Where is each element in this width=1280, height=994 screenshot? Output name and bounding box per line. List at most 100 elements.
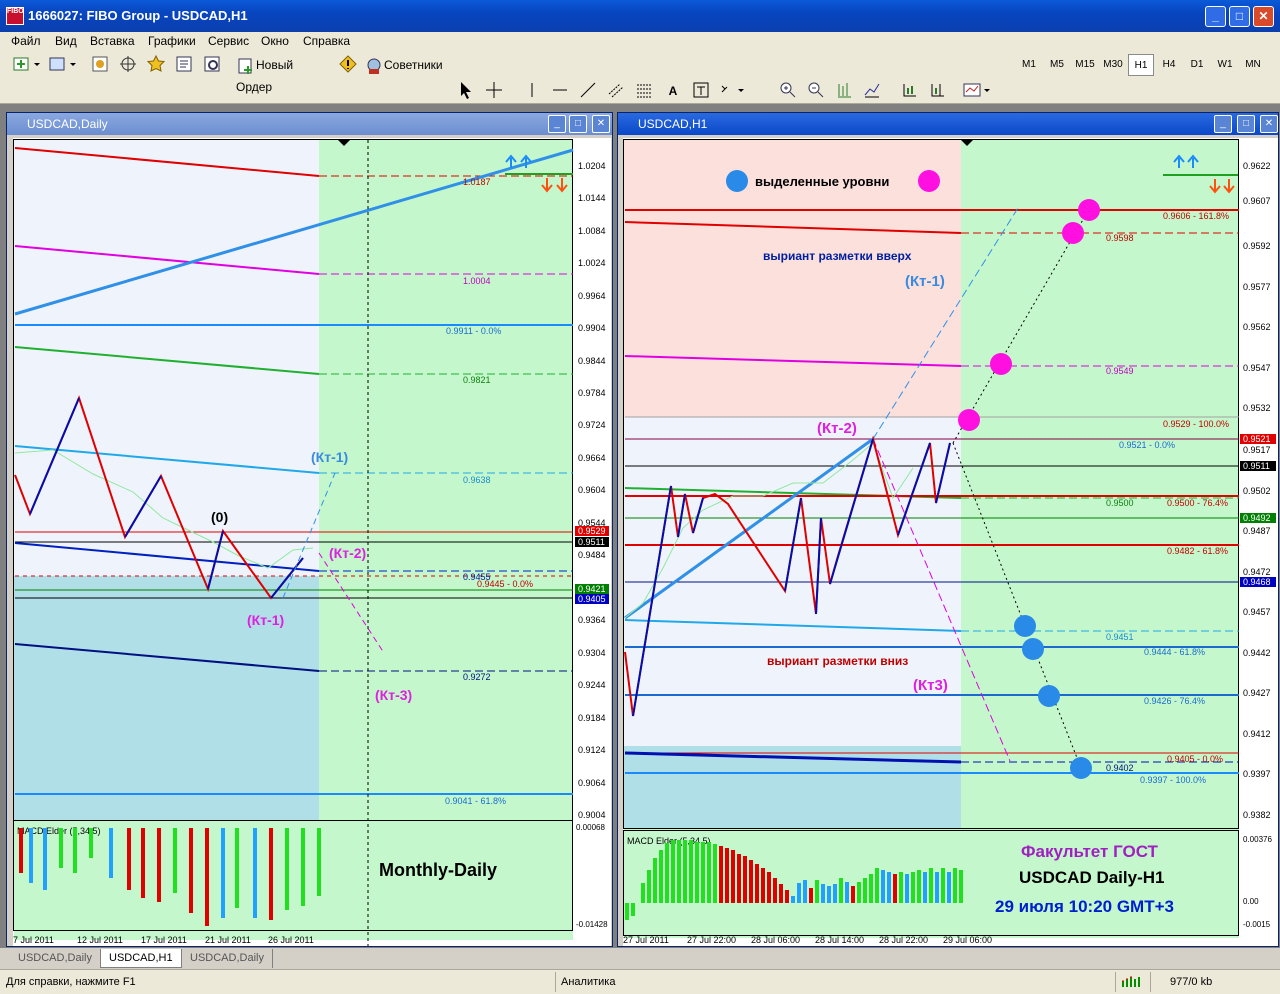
line-chart-icon[interactable] bbox=[862, 80, 884, 102]
alert-icon[interactable] bbox=[338, 54, 360, 76]
new-order-button[interactable]: Новый Ордер bbox=[236, 54, 332, 94]
favorites-star-icon[interactable] bbox=[146, 54, 168, 76]
price-tick: 0.9304 bbox=[578, 648, 606, 658]
tab-usdcad-h1[interactable]: USDCAD,H1 bbox=[100, 949, 182, 968]
level-label: 1.0187 bbox=[463, 177, 491, 187]
menu-file[interactable]: Файл bbox=[11, 34, 41, 48]
chart-close-button[interactable]: ✕ bbox=[1260, 115, 1278, 133]
tf-h4[interactable]: H4 bbox=[1156, 54, 1182, 76]
level-label: 0.9405 - 0.0% bbox=[1167, 754, 1223, 764]
level-label: 0.9397 - 100.0% bbox=[1140, 775, 1206, 785]
chart-maximize-button[interactable]: □ bbox=[569, 115, 587, 133]
menu-view[interactable]: Вид bbox=[55, 34, 77, 48]
menu-tools[interactable]: Сервис bbox=[208, 34, 249, 48]
menu-help[interactable]: Справка bbox=[303, 34, 350, 48]
price-tick: 0.9124 bbox=[578, 745, 606, 755]
profiles-button[interactable] bbox=[48, 54, 78, 76]
menu-window[interactable]: Окно bbox=[261, 34, 289, 48]
crosshair-icon[interactable] bbox=[484, 80, 506, 102]
tab-usdcad-daily-2[interactable]: USDCAD,Daily bbox=[182, 949, 273, 968]
cursor-icon[interactable] bbox=[456, 80, 478, 102]
channel-icon[interactable] bbox=[606, 80, 628, 102]
autoscroll-icon[interactable] bbox=[900, 80, 922, 102]
bar-chart-icon[interactable] bbox=[834, 80, 856, 102]
chart-close-button[interactable]: ✕ bbox=[592, 115, 610, 133]
status-profile: Аналитика bbox=[561, 976, 616, 988]
h1-chart[interactable]: выделенные уровни выриант разметки вверх… bbox=[623, 138, 1278, 946]
price-tick: 0.9517 bbox=[1243, 445, 1271, 455]
level-label: 0.9529 - 100.0% bbox=[1163, 419, 1229, 429]
terminal-icon[interactable] bbox=[174, 54, 196, 76]
price-tag: 0.9511 bbox=[578, 537, 605, 547]
chart-shift-icon[interactable] bbox=[928, 80, 950, 102]
indicators-dropdown-icon[interactable] bbox=[962, 80, 994, 102]
price-tick: 0.9784 bbox=[578, 388, 606, 398]
connection-icon bbox=[1120, 973, 1146, 992]
price-tick: 1.0144 bbox=[578, 193, 606, 203]
date-label: 28 Jul 14:00 bbox=[815, 935, 864, 945]
macd-tick: 0.00 bbox=[1243, 897, 1259, 906]
menu-insert[interactable]: Вставка bbox=[90, 34, 135, 48]
date-label: 12 Jul 2011 bbox=[77, 935, 123, 945]
chart-minimize-button[interactable]: _ bbox=[548, 115, 566, 133]
price-tag: 0.9405 bbox=[578, 594, 606, 604]
price-tag: 0.9529 bbox=[578, 526, 606, 536]
level-label: 0.9444 - 61.8% bbox=[1144, 647, 1205, 657]
text-label-icon[interactable] bbox=[690, 80, 712, 102]
level-label: 0.9598 bbox=[1106, 233, 1134, 243]
tf-h1[interactable]: H1 bbox=[1128, 54, 1154, 76]
price-tick: 0.9904 bbox=[578, 323, 606, 333]
daily-chart[interactable]: 1.0187 1.0004 0.9911 - 0.0% 0.9821 0.963… bbox=[13, 138, 611, 946]
horizontal-line-icon[interactable] bbox=[550, 80, 572, 102]
market-watch-icon[interactable] bbox=[90, 54, 112, 76]
tf-d1[interactable]: D1 bbox=[1184, 54, 1210, 76]
tf-m1[interactable]: M1 bbox=[1016, 54, 1042, 76]
trendline-icon[interactable] bbox=[578, 80, 600, 102]
status-bar: Для справки, нажмите F1 Аналитика 977/0 … bbox=[0, 969, 1280, 994]
date-label: 27 Jul 2011 bbox=[623, 935, 669, 945]
price-tick: 1.0204 bbox=[578, 161, 606, 171]
price-tag: 0.9468 bbox=[1243, 577, 1271, 587]
date-label: 21 Jul 2011 bbox=[205, 935, 251, 945]
tf-m5[interactable]: M5 bbox=[1044, 54, 1070, 76]
fibo-icon[interactable] bbox=[634, 80, 656, 102]
chart-tabs: USDCAD,Daily USDCAD,H1 USDCAD,Daily bbox=[0, 947, 1280, 969]
variant-up-text: выриант разметки вверх bbox=[763, 249, 912, 263]
experts-button[interactable]: Советники bbox=[364, 54, 450, 76]
legend-text: выделенные уровни bbox=[755, 174, 889, 189]
navigator-icon[interactable] bbox=[118, 54, 140, 76]
zoom-out-icon[interactable] bbox=[806, 80, 828, 102]
overlay-line2: USDCAD Daily-H1 bbox=[1019, 868, 1164, 887]
level-label: 0.9821 bbox=[463, 375, 491, 385]
arrows-dropdown-icon[interactable] bbox=[718, 80, 748, 102]
title-bar: FIBO 1666027: FIBO Group - USDCAD,H1 _ □… bbox=[0, 0, 1280, 32]
window-title: 1666027: FIBO Group - USDCAD,H1 bbox=[28, 8, 248, 23]
chart-maximize-button[interactable]: □ bbox=[1237, 115, 1255, 133]
new-chart-button[interactable] bbox=[12, 54, 42, 76]
chart-window-title: USDCAD,H1 bbox=[618, 113, 1278, 135]
price-tick: 0.9004 bbox=[578, 810, 606, 820]
tf-m30[interactable]: M30 bbox=[1100, 54, 1126, 76]
tf-m15[interactable]: M15 bbox=[1072, 54, 1098, 76]
price-tick: 0.9397 bbox=[1243, 769, 1271, 779]
tf-mn[interactable]: MN bbox=[1240, 54, 1266, 76]
tf-w1[interactable]: W1 bbox=[1212, 54, 1238, 76]
level-label: 0.9500 bbox=[1106, 498, 1134, 508]
annotation-label: (Кт-1) bbox=[905, 273, 945, 290]
level-label: 0.9445 - 0.0% bbox=[477, 579, 533, 589]
minimize-button[interactable]: _ bbox=[1205, 6, 1226, 27]
macd-tick: 0.00068 bbox=[576, 823, 605, 832]
macd-tick: -0.0015 bbox=[1243, 920, 1271, 929]
zoom-in-icon[interactable] bbox=[778, 80, 800, 102]
maximize-button[interactable]: □ bbox=[1229, 6, 1250, 27]
chart-minimize-button[interactable]: _ bbox=[1214, 115, 1232, 133]
text-tool-icon[interactable]: A bbox=[662, 80, 684, 102]
price-tag: 0.9521 bbox=[1243, 434, 1271, 444]
close-button[interactable]: ✕ bbox=[1253, 6, 1274, 27]
vertical-line-icon[interactable] bbox=[522, 80, 544, 102]
level-label: 0.9426 - 76.4% bbox=[1144, 696, 1205, 706]
level-label: 0.9911 - 0.0% bbox=[446, 326, 501, 336]
menu-charts[interactable]: Графики bbox=[148, 34, 196, 48]
tester-icon[interactable] bbox=[202, 54, 224, 76]
tab-usdcad-daily-1[interactable]: USDCAD,Daily bbox=[10, 949, 101, 968]
